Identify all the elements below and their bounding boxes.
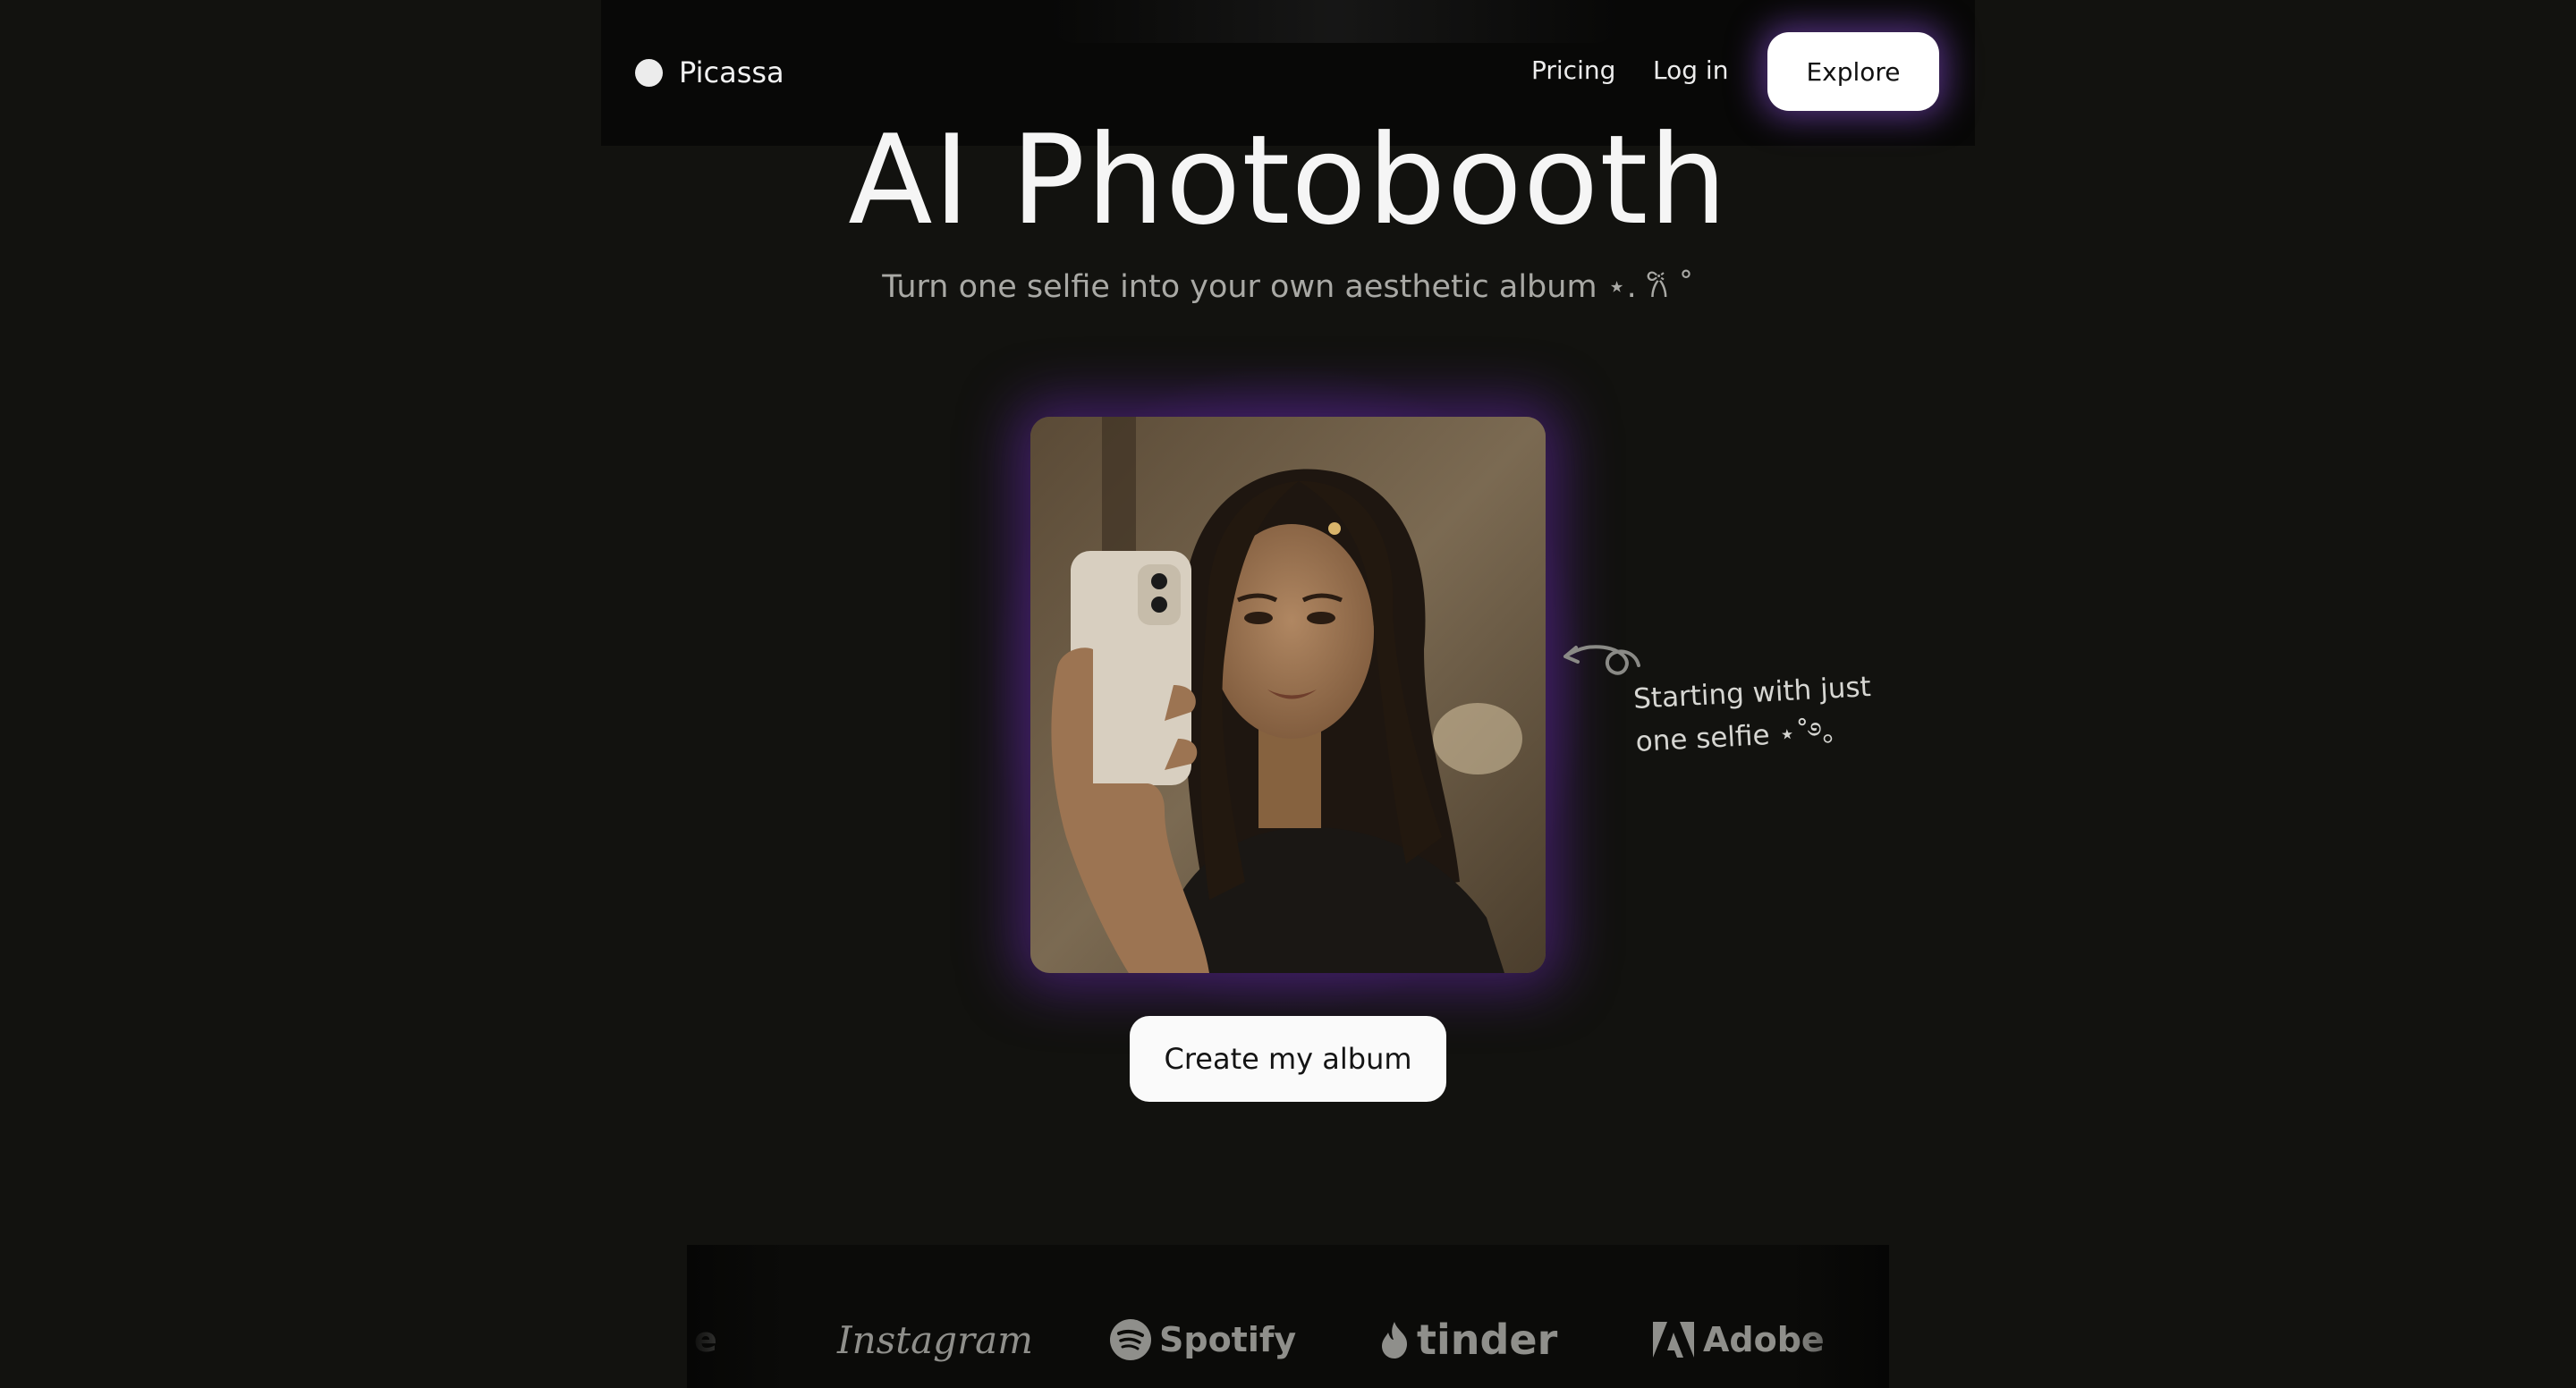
- brand-dot-icon: [635, 58, 663, 87]
- explore-button[interactable]: Explore: [1767, 32, 1939, 111]
- adobe-icon: [1653, 1322, 1694, 1358]
- strip-fade-left: [687, 1245, 785, 1388]
- annotation-text: Starting with just one selfie ⋆˚࿔。: [1632, 662, 1941, 764]
- hero-subtitle: Turn one selfie into your own aesthetic …: [882, 269, 1694, 305]
- brand-logo[interactable]: Picassa: [635, 55, 784, 89]
- nav-ghost-overlay: [1048, 0, 1621, 43]
- selfie-illustration: [1030, 417, 1546, 973]
- logo-spotify-text: Spotify: [1159, 1320, 1297, 1359]
- partner-logo-strip: e Instagram Spotify tinder Adobe: [687, 1245, 1889, 1388]
- logo-instagram-text: Instagram: [837, 1317, 1033, 1362]
- logo-instagram: Instagram: [837, 1316, 1033, 1363]
- nav-link-login[interactable]: Log in: [1653, 55, 1728, 85]
- strip-fade-right: [1791, 1245, 1889, 1388]
- brand-name: Picassa: [679, 55, 784, 89]
- logo-spotify: Spotify: [1109, 1316, 1296, 1363]
- nav-link-pricing[interactable]: Pricing: [1531, 55, 1615, 85]
- logo-tinder-text: tinder: [1417, 1316, 1558, 1364]
- hero-title: AI Photobooth: [848, 108, 1728, 252]
- logo-tinder: tinder: [1379, 1316, 1558, 1364]
- create-album-button[interactable]: Create my album: [1130, 1016, 1446, 1102]
- flame-icon: [1382, 1322, 1408, 1358]
- selfie-photo: [1030, 417, 1546, 973]
- spotify-icon: [1110, 1319, 1151, 1360]
